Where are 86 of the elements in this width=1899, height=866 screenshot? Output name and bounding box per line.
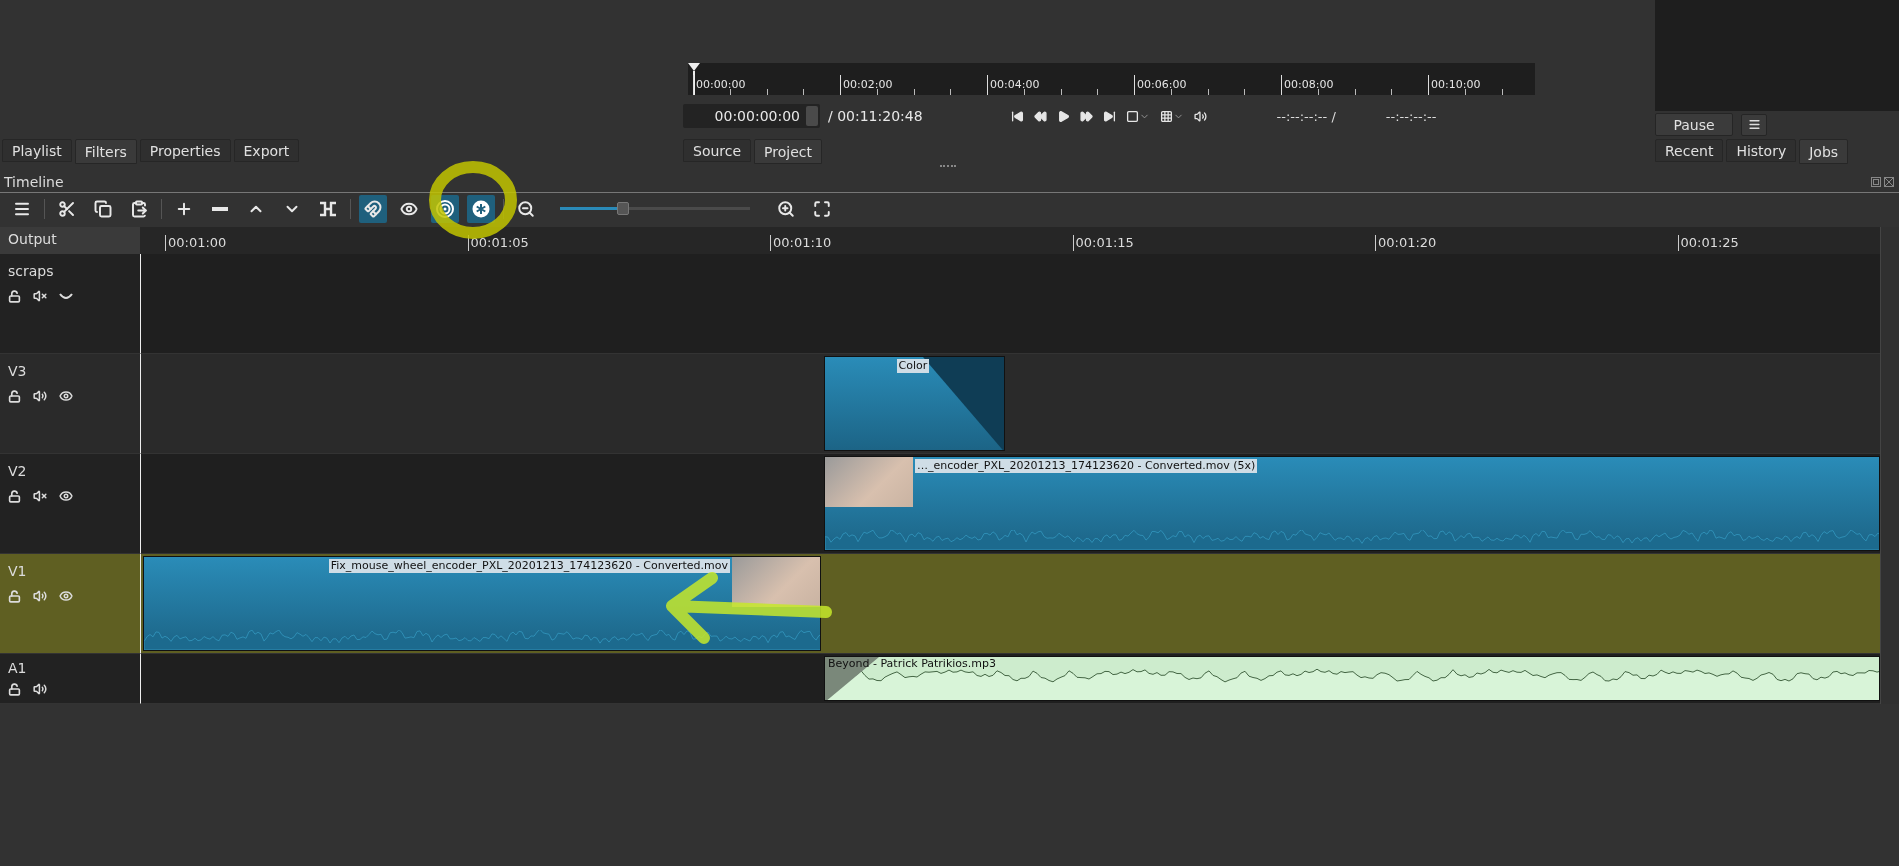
zoom-in-icon xyxy=(777,199,795,218)
output-label: Output xyxy=(0,227,140,254)
ruler-label: 00:01:20 xyxy=(1375,235,1437,251)
panel-tab[interactable]: Source xyxy=(683,139,752,162)
panel-tab[interactable]: Playlist xyxy=(2,139,72,162)
magnet-icon xyxy=(364,199,382,218)
pause-button[interactable]: Pause xyxy=(1655,113,1733,136)
dock-buttons-icon[interactable] xyxy=(1871,176,1895,187)
track-name: V2 xyxy=(8,463,28,479)
track-header[interactable]: V3 xyxy=(0,354,140,454)
copy-icon xyxy=(94,199,112,218)
panel-tab[interactable]: Filters xyxy=(74,139,137,164)
clipboard-icon xyxy=(130,199,148,218)
out-point-text: --:--:--:-- xyxy=(1385,108,1437,124)
track-name: V1 xyxy=(8,563,28,579)
ruler-label: 00:01:15 xyxy=(1072,235,1134,251)
in-point-text: --:--:--:-- / xyxy=(1276,108,1336,124)
clip-label: …_encoder_PXL_20201213_174123620 - Converted.mov (5x) xyxy=(915,459,1258,473)
track-header[interactable]: V2 xyxy=(0,454,140,554)
skip-forward-icon xyxy=(1102,109,1116,123)
slider-thumb[interactable] xyxy=(616,201,629,215)
panel-tab[interactable]: History xyxy=(1726,139,1797,162)
skip-back-button[interactable] xyxy=(1010,109,1024,123)
zoom-out-icon xyxy=(517,199,535,218)
unlock-icon[interactable] xyxy=(8,389,21,403)
eye-icon[interactable] xyxy=(59,489,73,503)
unlock-icon[interactable] xyxy=(8,289,21,303)
split-icon xyxy=(319,200,337,217)
track-header[interactable]: A1 xyxy=(0,654,140,704)
duration-text: / 00:11:20:48 xyxy=(828,108,923,125)
volume-button[interactable] xyxy=(1193,109,1207,123)
fast-forward-button[interactable] xyxy=(1079,109,1093,123)
skip-forward-button[interactable] xyxy=(1102,109,1116,123)
volume-icon xyxy=(1193,109,1207,123)
grid-button[interactable] xyxy=(1159,109,1184,123)
rewind-icon xyxy=(1033,109,1047,123)
scissors-icon xyxy=(58,199,76,218)
menu-button[interactable] xyxy=(1741,113,1767,136)
asterisk-circle-icon xyxy=(471,198,491,219)
speaker-icon[interactable] xyxy=(33,389,47,403)
mute-icon[interactable] xyxy=(33,489,47,503)
play-button[interactable] xyxy=(1056,109,1070,123)
track-name: A1 xyxy=(8,660,28,676)
timeline-ruler[interactable]: 00:01:00 00:01:05 00:01:10 00:01:15 00:01:20 00:01:25 xyxy=(140,227,1880,254)
toggle-button[interactable] xyxy=(467,194,495,223)
color-clip[interactable]: Color xyxy=(824,356,1005,451)
track-header[interactable]: scraps xyxy=(0,254,140,354)
ruler-label: 00:01:25 xyxy=(1677,235,1739,251)
video-clip[interactable]: …_encoder_PXL_20201213_174123620 - Converted.mov (5x) xyxy=(824,456,1880,551)
speaker-icon[interactable] xyxy=(33,682,47,696)
unlock-icon[interactable] xyxy=(8,682,21,696)
clip-label: Fix_mouse_wheel_encoder_PXL_20201213_174123620 - Converted.mov xyxy=(328,559,730,573)
closed-eye-icon[interactable] xyxy=(59,292,73,300)
panel-tab[interactable]: Project xyxy=(754,139,822,164)
rewind-button[interactable] xyxy=(1033,109,1047,123)
audio-clip[interactable]: Beyond - Patrick Patrikios.mp3 xyxy=(824,656,1880,701)
track-name: V3 xyxy=(8,363,28,379)
menu-icon xyxy=(1747,118,1761,131)
unlock-icon[interactable] xyxy=(8,489,21,503)
fit-icon xyxy=(813,199,831,218)
panel-tab[interactable]: Recent xyxy=(1655,139,1724,162)
eye-icon[interactable] xyxy=(59,389,73,403)
minus-icon xyxy=(212,206,228,211)
ruler-label: 00:01:10 xyxy=(770,235,832,251)
zoom-icon xyxy=(1125,109,1139,123)
zoom-slider[interactable] xyxy=(557,201,753,216)
fast-forward-icon xyxy=(1079,109,1093,123)
track-name: scraps xyxy=(8,263,55,279)
toggle-button[interactable] xyxy=(359,194,387,223)
preview-ruler[interactable]: 00:00:00 00:02:00 00:04:00 00:06:00 00:08:00 00:10:00 xyxy=(688,63,1535,95)
ruler-label: 00:01:00 xyxy=(165,235,227,251)
clip-label: Color xyxy=(896,359,930,373)
zoom-button[interactable] xyxy=(1125,109,1150,123)
timecode-field[interactable]: 00:00:00:00 xyxy=(683,104,820,129)
panel-tab[interactable]: Export xyxy=(233,139,300,162)
mute-icon[interactable] xyxy=(33,289,47,303)
play-icon xyxy=(1056,109,1070,123)
clip-label: Beyond - Patrick Patrikios.mp3 xyxy=(827,657,997,671)
video-clip[interactable]: Fix_mouse_wheel_encoder_PXL_20201213_174123620 - Converted.mov xyxy=(143,556,821,651)
fade-in-icon xyxy=(825,657,879,700)
skip-back-icon xyxy=(1010,109,1024,123)
panel-tab[interactable]: Properties xyxy=(139,139,231,162)
panel-tab[interactable]: Jobs xyxy=(1799,139,1849,164)
grid-icon xyxy=(1159,109,1173,123)
ruler-label: 00:01:05 xyxy=(467,235,529,251)
dock-title: Timeline xyxy=(4,173,64,190)
